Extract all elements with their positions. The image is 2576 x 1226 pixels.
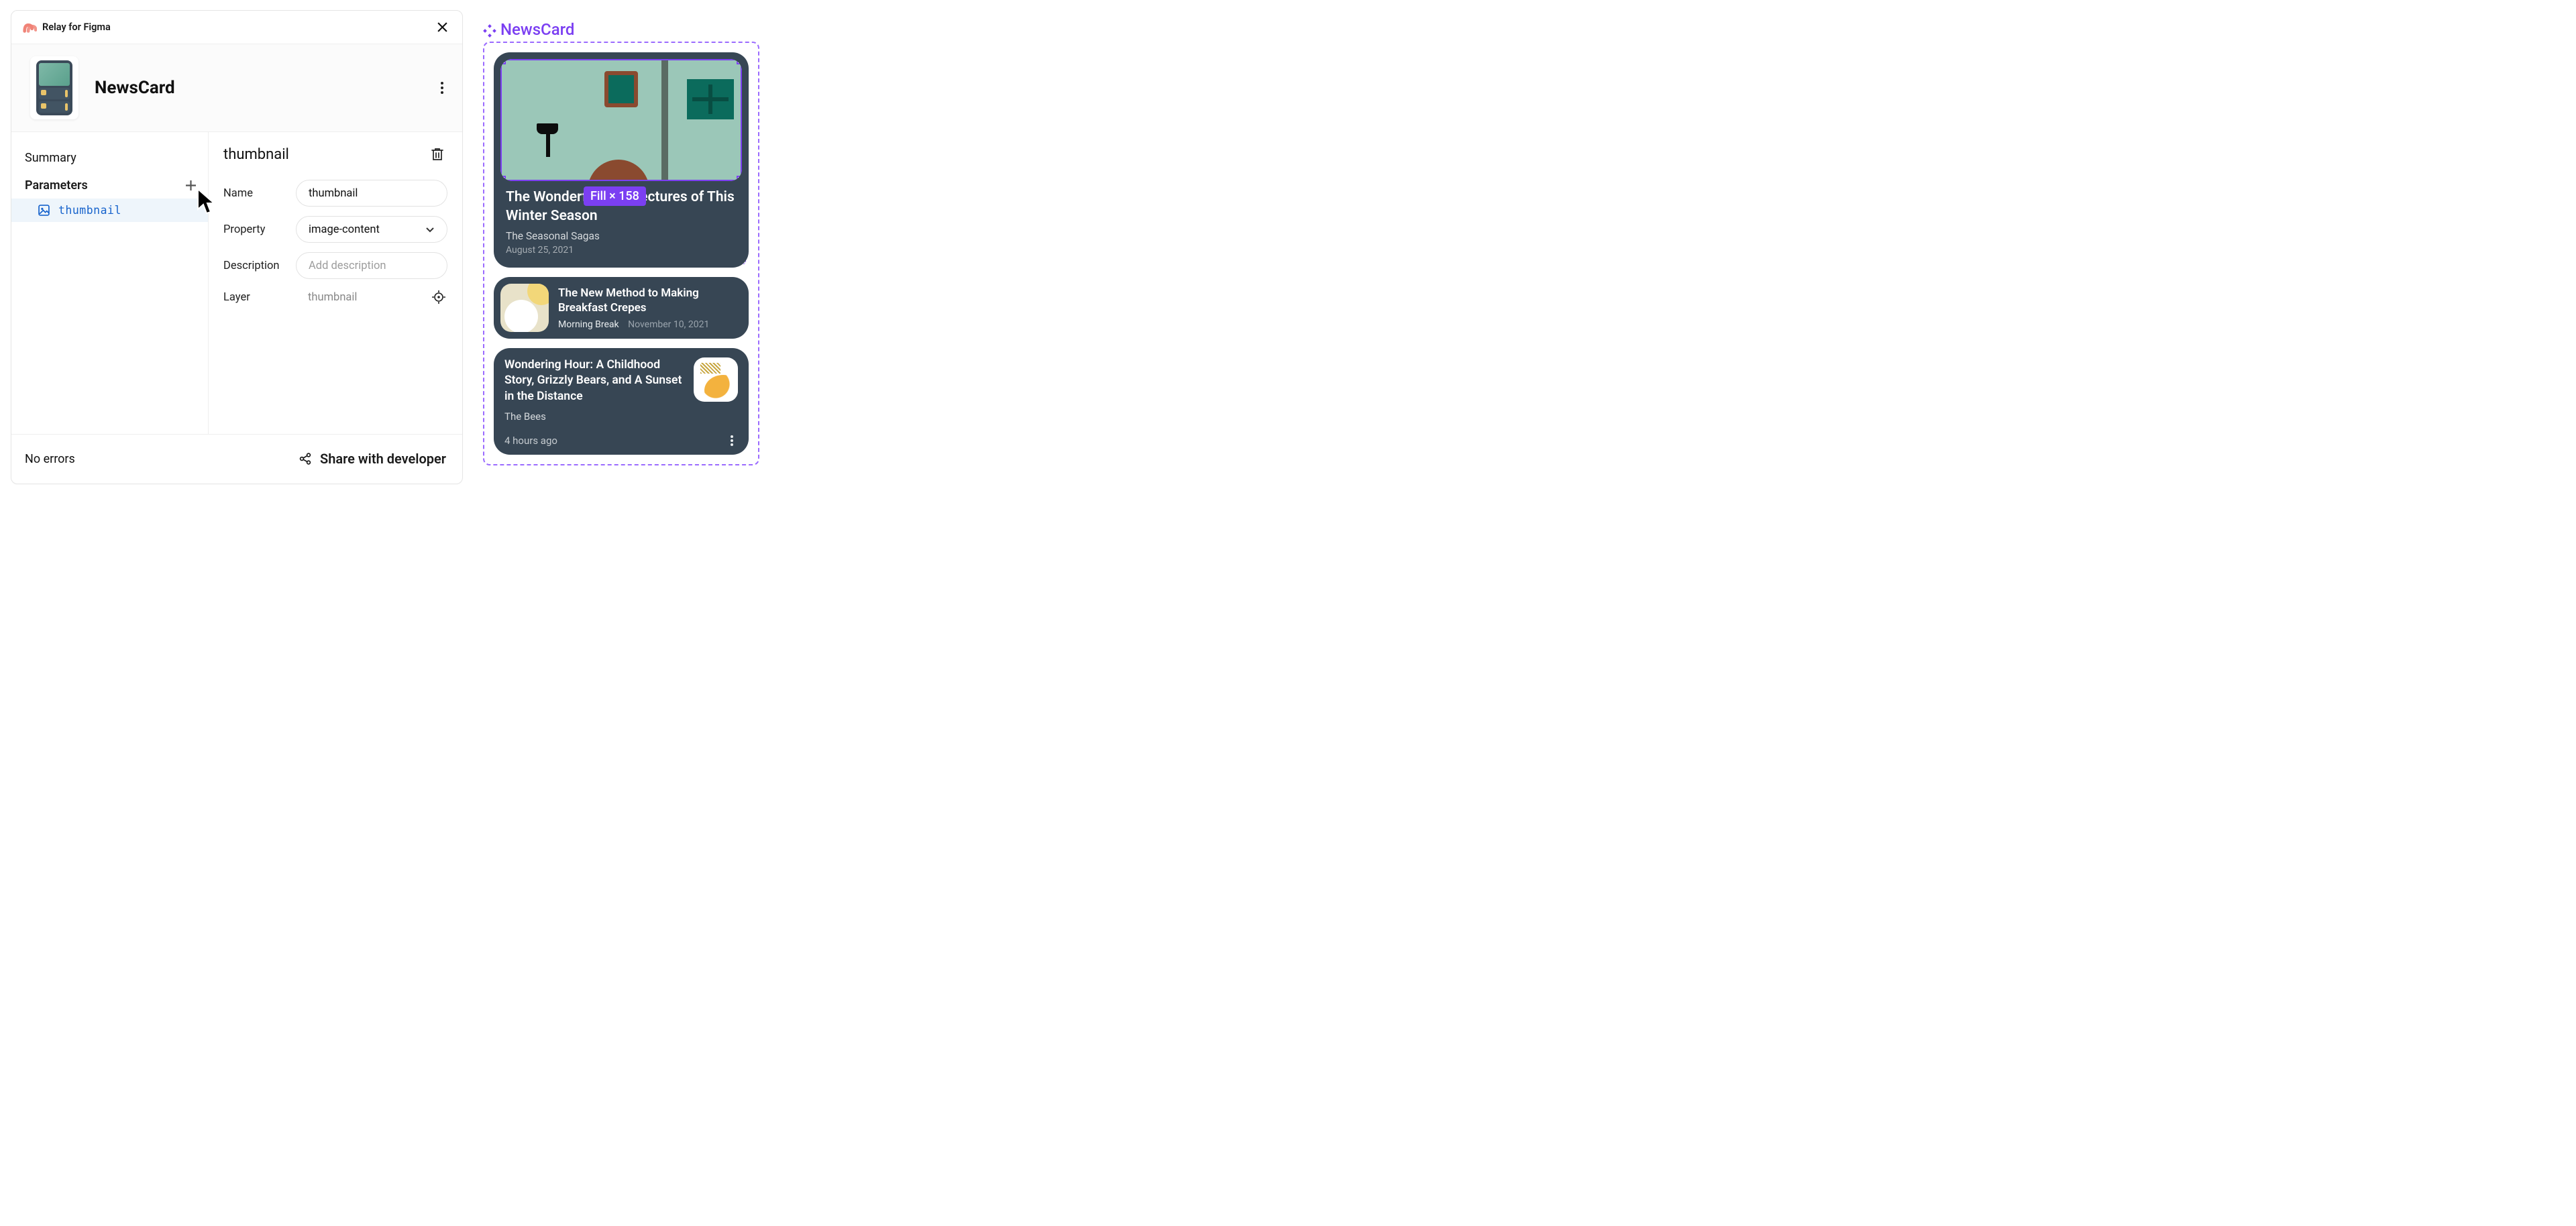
- add-parameter-button[interactable]: [182, 177, 199, 193]
- panel-footer: No errors Share with developer: [11, 435, 462, 483]
- image-icon: [38, 205, 50, 216]
- close-button[interactable]: [433, 18, 451, 37]
- sidebar-param-thumbnail[interactable]: thumbnail: [11, 199, 208, 222]
- col3-thumbnail: [694, 357, 738, 402]
- row-source: Morning Break: [558, 319, 626, 330]
- name-label: Name: [223, 187, 285, 200]
- col3-time: 4 hours ago: [504, 435, 557, 447]
- delete-parameter-button[interactable]: [427, 144, 447, 164]
- sidebar: Summary Parameters thumbnail: [11, 132, 209, 434]
- share-label: Share with developer: [320, 451, 446, 467]
- card-more-button[interactable]: [726, 435, 738, 447]
- figma-canvas: NewsCard: [483, 20, 759, 465]
- property-label: Property: [223, 223, 285, 236]
- newscard-frame[interactable]: The Wonderful Architectures of This Wint…: [483, 42, 759, 465]
- property-select[interactable]: image-content: [296, 216, 447, 243]
- canvas-component-label[interactable]: NewsCard: [483, 20, 759, 39]
- resize-handle-top-right[interactable]: [737, 59, 742, 64]
- resize-handle-bottom-left[interactable]: [500, 176, 506, 181]
- sidebar-summary[interactable]: Summary: [11, 144, 208, 172]
- description-input-field[interactable]: [309, 253, 435, 278]
- component-name: NewsCard: [95, 78, 417, 98]
- row-title: The New Method to Making Breakfast Crepe…: [558, 286, 739, 315]
- chevron-down-icon: [425, 225, 435, 234]
- selection-size-tag: Fill × 158: [584, 186, 646, 206]
- name-input[interactable]: [296, 180, 447, 207]
- share-with-developer-button[interactable]: Share with developer: [299, 451, 446, 467]
- selection-outline[interactable]: [500, 59, 742, 181]
- errors-label[interactable]: No errors: [25, 452, 75, 466]
- name-input-field[interactable]: [309, 180, 435, 206]
- resize-handle-bottom-right[interactable]: [737, 176, 742, 181]
- layer-value: thumbnail: [296, 291, 419, 304]
- canvas-component-name: NewsCard: [500, 20, 574, 39]
- col3-source: The Bees: [504, 405, 738, 423]
- row-date: November 10, 2021: [628, 319, 709, 330]
- sidebar-parameters-header: Parameters: [11, 172, 208, 199]
- component-more-button[interactable]: [433, 78, 451, 97]
- locate-layer-button[interactable]: [430, 288, 447, 306]
- relay-logo-icon: [22, 22, 37, 33]
- hero-thumbnail[interactable]: [500, 59, 742, 181]
- component-thumbnail: [30, 56, 78, 119]
- component-header: NewsCard: [11, 44, 462, 131]
- news-card-hero[interactable]: The Wonderful Architectures of This Wint…: [494, 52, 749, 268]
- row-thumbnail: [500, 284, 549, 332]
- component-icon: [483, 23, 496, 36]
- layer-label: Layer: [223, 291, 285, 304]
- parameter-editor: thumbnail Name Property image-content: [209, 132, 462, 434]
- plugin-header: Relay for Figma: [11, 11, 462, 44]
- resize-handle-top-left[interactable]: [500, 59, 506, 64]
- hero-date: August 25, 2021: [506, 242, 737, 256]
- sidebar-parameters-label: Parameters: [25, 178, 88, 192]
- description-input[interactable]: [296, 252, 447, 279]
- relay-panel: Relay for Figma NewsCard Summary: [11, 10, 463, 484]
- news-card-row[interactable]: The New Method to Making Breakfast Crepe…: [494, 277, 749, 339]
- col3-title: Wondering Hour: A Childhood Story, Grizz…: [504, 357, 684, 405]
- share-icon: [299, 452, 312, 465]
- sidebar-param-label: thumbnail: [58, 204, 121, 217]
- hero-source: The Seasonal Sagas: [506, 226, 737, 242]
- property-value: image-content: [309, 223, 380, 236]
- plugin-title: Relay for Figma: [42, 21, 111, 33]
- news-card-col3[interactable]: Wondering Hour: A Childhood Story, Grizz…: [494, 348, 749, 455]
- description-label: Description: [223, 260, 285, 272]
- parameter-title: thumbnail: [223, 146, 289, 163]
